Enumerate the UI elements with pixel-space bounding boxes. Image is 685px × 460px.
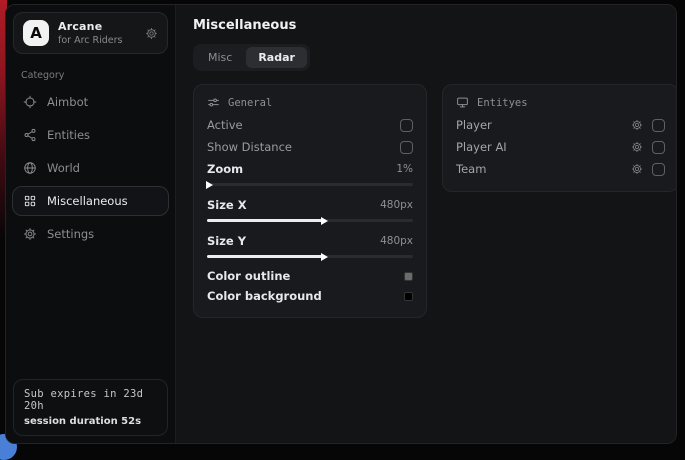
active-row: Active	[207, 114, 413, 136]
size-x-slider-thumb[interactable]	[321, 217, 328, 225]
sidebar-item-world[interactable]: World	[12, 153, 169, 183]
crosshair-icon	[23, 95, 37, 109]
size-y-value: 480px	[380, 235, 413, 247]
color-outline-label: Color outline	[207, 269, 290, 283]
tab-misc[interactable]: Misc	[196, 47, 244, 68]
general-card-title: General	[228, 97, 272, 109]
size-y-label: Size Y	[207, 234, 246, 248]
show-distance-row: Show Distance	[207, 136, 413, 158]
zoom-slider-fill	[207, 183, 209, 186]
entities-card-header: Entityes	[456, 96, 665, 109]
sidebar-item-label: Settings	[47, 227, 94, 241]
sidebar-nav: Aimbot Entities	[6, 84, 175, 252]
panels-row: General Active Show Distance Zoom 1%	[193, 84, 677, 318]
sliders-icon	[207, 96, 220, 109]
size-y-slider-fill	[207, 255, 324, 258]
sidebar-item-label: Aimbot	[47, 95, 88, 109]
session-duration-text: session duration 52s	[24, 416, 157, 427]
app-name: Arcane	[58, 20, 123, 33]
entities-card: Entityes Player Player AI	[442, 84, 677, 192]
color-background-swatch[interactable]	[404, 292, 413, 301]
player-ai-row: Player AI	[456, 136, 665, 158]
category-label: Category	[21, 70, 160, 81]
size-x-label: Size X	[207, 198, 247, 212]
size-x-slider-fill	[207, 219, 324, 222]
team-settings-gear-icon[interactable]	[631, 163, 643, 175]
general-card-header: General	[207, 96, 413, 109]
logo-card: A Arcane for Arc Riders	[13, 12, 168, 54]
app-logo: A	[23, 20, 49, 46]
show-distance-label: Show Distance	[207, 140, 292, 154]
gear-icon	[23, 227, 37, 241]
zoom-slider-thumb[interactable]	[206, 181, 213, 189]
monitor-icon	[456, 96, 469, 109]
page-title: Miscellaneous	[193, 18, 677, 33]
active-label: Active	[207, 118, 243, 132]
size-x-slider[interactable]	[207, 219, 413, 222]
sidebar-item-label: Entities	[47, 128, 90, 142]
active-checkbox[interactable]	[400, 119, 413, 132]
show-distance-checkbox[interactable]	[400, 141, 413, 154]
sidebar: A Arcane for Arc Riders Category Aim	[6, 5, 176, 443]
player-row: Player	[456, 114, 665, 136]
grid-icon	[23, 194, 37, 208]
player-settings-gear-icon[interactable]	[631, 119, 643, 131]
player-ai-settings-gear-icon[interactable]	[631, 141, 643, 153]
team-row: Team	[456, 158, 665, 180]
size-y-slider-thumb[interactable]	[321, 253, 328, 261]
globe-icon	[23, 161, 37, 175]
sidebar-item-settings[interactable]: Settings	[12, 219, 169, 249]
size-y-row: Size Y 480px	[207, 230, 413, 252]
color-outline-row: Color outline	[207, 266, 413, 286]
player-checkbox[interactable]	[652, 119, 665, 132]
sidebar-item-label: World	[47, 161, 80, 175]
player-label: Player	[456, 118, 622, 132]
sync-icon[interactable]	[145, 27, 158, 40]
sub-expires-text: Sub expires in 23d 20h	[24, 388, 157, 412]
color-background-label: Color background	[207, 289, 322, 303]
team-label: Team	[456, 162, 622, 176]
sidebar-item-aimbot[interactable]: Aimbot	[12, 87, 169, 117]
sidebar-item-miscellaneous[interactable]: Miscellaneous	[12, 186, 169, 216]
color-background-row: Color background	[207, 286, 413, 306]
team-checkbox[interactable]	[652, 163, 665, 176]
main-panel: Miscellaneous Misc Radar General	[176, 5, 677, 443]
tab-bar: Misc Radar	[193, 44, 310, 71]
zoom-slider[interactable]	[207, 183, 413, 186]
tab-radar[interactable]: Radar	[246, 47, 307, 68]
size-x-value: 480px	[380, 199, 413, 211]
sidebar-item-label: Miscellaneous	[47, 194, 128, 208]
size-x-row: Size X 480px	[207, 194, 413, 216]
entities-card-title: Entityes	[477, 97, 528, 109]
size-y-slider[interactable]	[207, 255, 413, 258]
entities-icon	[23, 128, 37, 142]
color-outline-swatch[interactable]	[404, 272, 413, 281]
player-ai-checkbox[interactable]	[652, 141, 665, 154]
logo-text: Arcane for Arc Riders	[58, 20, 123, 46]
zoom-row: Zoom 1%	[207, 158, 413, 180]
subscription-card: Sub expires in 23d 20h session duration …	[13, 379, 168, 436]
zoom-value: 1%	[396, 163, 413, 175]
app-window: A Arcane for Arc Riders Category Aim	[5, 4, 677, 444]
player-ai-label: Player AI	[456, 140, 622, 154]
zoom-label: Zoom	[207, 162, 243, 176]
sidebar-item-entities[interactable]: Entities	[12, 120, 169, 150]
general-card: General Active Show Distance Zoom 1%	[193, 84, 427, 318]
app-subtitle: for Arc Riders	[58, 35, 123, 46]
